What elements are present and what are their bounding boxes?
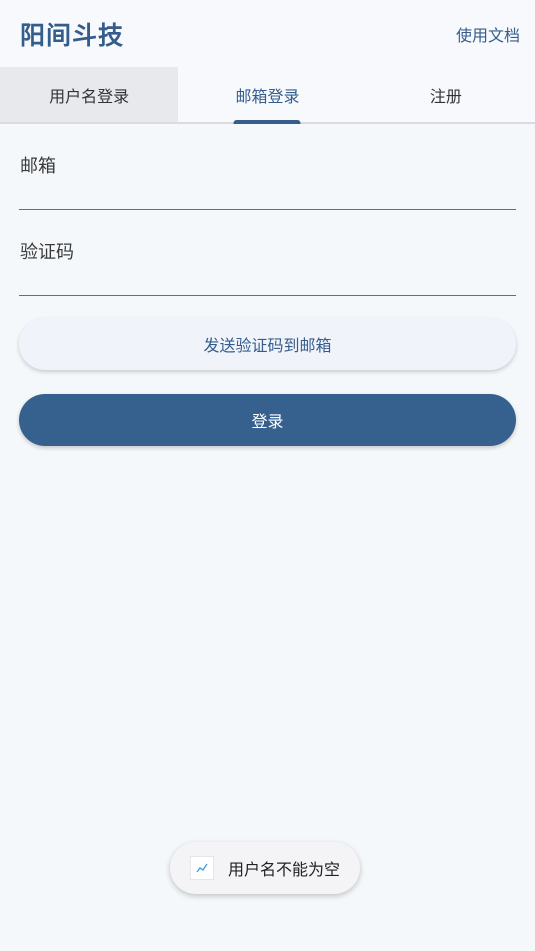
app-header: 阳间斗技 使用文档 — [0, 0, 535, 67]
tab-email-login[interactable]: 邮箱登录 — [178, 67, 356, 124]
email-login-form: 发送验证码到邮箱 登录 — [0, 124, 535, 446]
login-tabs: 用户名登录 邮箱登录 注册 — [0, 67, 535, 124]
tab-label: 邮箱登录 — [235, 86, 300, 106]
app-title: 阳间斗技 — [20, 20, 125, 50]
tab-label: 注册 — [429, 86, 462, 106]
send-code-button[interactable]: 发送验证码到邮箱 — [19, 318, 516, 370]
app-root: 阳间斗技 使用文档 用户名登录 邮箱登录 注册 发送验证码到邮箱 登录 用户名不… — [0, 0, 535, 951]
docs-link[interactable]: 使用文档 — [456, 22, 520, 46]
email-input[interactable] — [19, 156, 516, 177]
email-field-container — [19, 124, 516, 210]
verification-code-input[interactable] — [19, 242, 516, 263]
toast-text: 用户名不能为空 — [228, 860, 341, 879]
tab-label: 用户名登录 — [49, 86, 130, 106]
tab-register[interactable]: 注册 — [357, 67, 535, 122]
code-field-container — [19, 210, 516, 296]
trend-chart-icon — [190, 856, 214, 880]
tab-username-login[interactable]: 用户名登录 — [0, 67, 179, 122]
login-button[interactable]: 登录 — [19, 394, 516, 446]
toast-message: 用户名不能为空 — [170, 842, 361, 894]
active-tab-indicator — [233, 120, 301, 124]
